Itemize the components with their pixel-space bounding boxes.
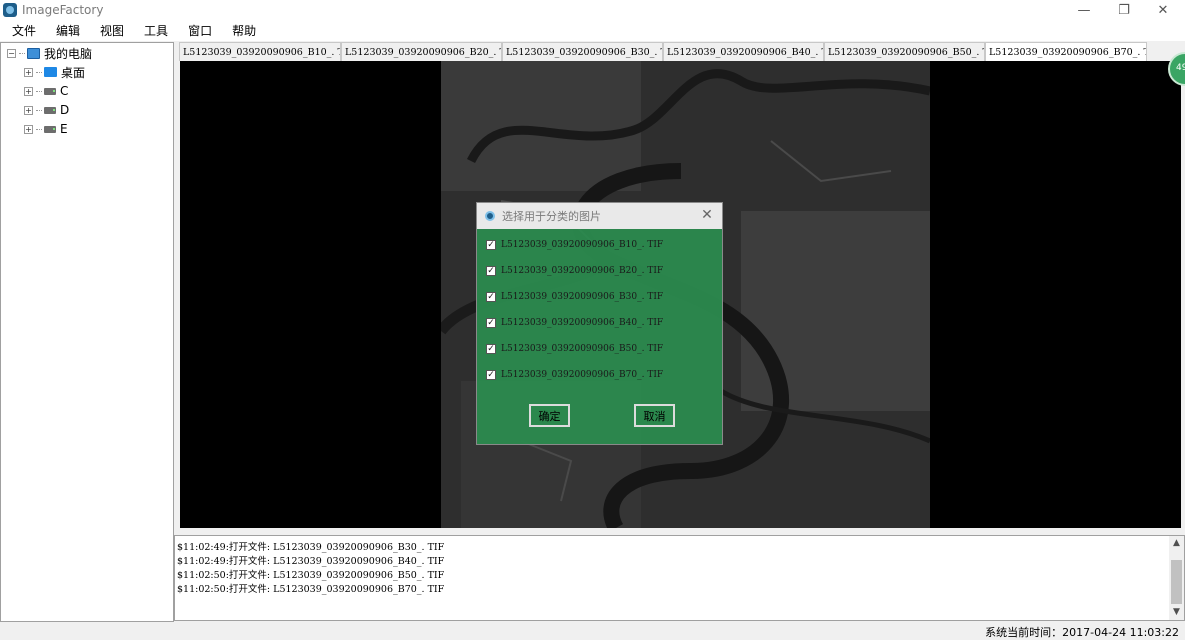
tab-b40[interactable]: L5123039_03920090906_B40_. TIF: [663, 42, 824, 61]
image-checkbox-row[interactable]: ✓ L5123039_03920090906_B40_. TIF: [486, 318, 663, 328]
cancel-button[interactable]: 取消: [634, 404, 675, 427]
scroll-up-icon[interactable]: ▲: [1169, 536, 1184, 551]
menu-edit[interactable]: 编辑: [48, 22, 88, 39]
checkbox-label: L5123039_03920090906_B70_. TIF: [501, 370, 664, 380]
tab-b50[interactable]: L5123039_03920090906_B50_. TIF: [824, 42, 985, 61]
dialog-title-bar[interactable]: 选择用于分类的图片 ✕: [477, 203, 722, 229]
checkbox[interactable]: ✓: [486, 292, 496, 302]
image-checkbox-row[interactable]: ✓ L5123039_03920090906_B50_. TIF: [486, 344, 663, 354]
menu-tools[interactable]: 工具: [136, 22, 176, 39]
window-title: ImageFactory: [22, 3, 104, 17]
image-checkbox-row[interactable]: ✓ L5123039_03920090906_B30_. TIF: [486, 292, 663, 302]
tree-label: D: [60, 103, 70, 117]
close-icon[interactable]: ✕: [1143, 0, 1183, 20]
menu-help[interactable]: 帮助: [224, 22, 264, 39]
tree-label: 桌面: [61, 65, 86, 80]
drive-icon: [44, 87, 56, 95]
log-line: $11:02:50:打开文件: L5123039_03920090906_B70…: [177, 584, 445, 595]
tab-b20[interactable]: L5123039_03920090906_B20_. TIF: [341, 42, 502, 61]
menu-file[interactable]: 文件: [4, 22, 44, 39]
tree-item-drive-c[interactable]: + C: [24, 82, 68, 100]
checkbox-label: L5123039_03920090906_B10_. TIF: [501, 240, 664, 250]
log-panel: $11:02:49:打开文件: L5123039_03920090906_B30…: [174, 535, 1185, 621]
checkbox[interactable]: ✓: [486, 344, 496, 354]
app-icon: [485, 211, 495, 221]
tab-b70[interactable]: L5123039_03920090906_B70_. TIF: [985, 42, 1147, 61]
tree-connector: [36, 109, 42, 111]
app-icon: [3, 3, 17, 17]
tab-b10[interactable]: L5123039_03920090906_B10_. TIF: [179, 42, 341, 61]
checkbox-label: L5123039_03920090906_B30_. TIF: [501, 292, 664, 302]
checkbox[interactable]: ✓: [486, 370, 496, 380]
tree-connector: [36, 128, 42, 130]
system-time: 系统当前时间：2017-04-24 11:03:22: [985, 626, 1179, 639]
tree-connector: [36, 90, 42, 92]
tree-connector: [36, 71, 42, 73]
tree-connector: [19, 52, 25, 54]
tree-item-desktop[interactable]: + 桌面: [24, 63, 85, 81]
checkbox-label: L5123039_03920090906_B50_. TIF: [501, 344, 664, 354]
menu-window[interactable]: 窗口: [180, 22, 220, 39]
log-line: $11:02:50:打开文件: L5123039_03920090906_B50…: [177, 570, 445, 581]
file-tree-panel: − 我的电脑 + 桌面 + C + D + E: [0, 42, 174, 622]
tree-label: 我的电脑: [44, 46, 93, 61]
menu-view[interactable]: 视图: [92, 22, 132, 39]
title-bar: ImageFactory — ❐ ✕: [0, 0, 1185, 20]
checkbox[interactable]: ✓: [486, 266, 496, 276]
image-checkbox-row[interactable]: ✓ L5123039_03920090906_B10_. TIF: [486, 240, 663, 250]
checkbox[interactable]: ✓: [486, 318, 496, 328]
expand-icon[interactable]: +: [24, 124, 33, 134]
tree-item-my-computer[interactable]: − 我的电脑: [7, 44, 92, 62]
collapse-icon[interactable]: −: [7, 48, 16, 58]
drive-icon: [44, 125, 56, 133]
select-images-dialog: 选择用于分类的图片 ✕ ✓ L5123039_03920090906_B10_.…: [476, 202, 723, 445]
log-line: $11:02:49:打开文件: L5123039_03920090906_B30…: [177, 542, 445, 553]
close-icon[interactable]: ✕: [698, 206, 716, 224]
dialog-title: 选择用于分类的图片: [502, 210, 601, 223]
minimize-icon[interactable]: —: [1064, 0, 1104, 20]
tree-item-drive-e[interactable]: + E: [24, 120, 68, 138]
checkbox[interactable]: ✓: [486, 240, 496, 250]
tab-b30[interactable]: L5123039_03920090906_B30_. TIF: [502, 42, 663, 61]
scroll-thumb[interactable]: [1171, 560, 1182, 604]
tree-item-drive-d[interactable]: + D: [24, 101, 69, 119]
restore-icon[interactable]: ❐: [1104, 0, 1144, 20]
image-checkbox-row[interactable]: ✓ L5123039_03920090906_B70_. TIF: [486, 370, 663, 380]
expand-icon[interactable]: +: [24, 67, 33, 77]
expand-icon[interactable]: +: [24, 105, 33, 115]
image-checkbox-row[interactable]: ✓ L5123039_03920090906_B20_. TIF: [486, 266, 663, 276]
desktop-icon: [44, 67, 57, 77]
checkbox-label: L5123039_03920090906_B40_. TIF: [501, 318, 664, 328]
log-line: $11:02:49:打开文件: L5123039_03920090906_B40…: [177, 556, 445, 567]
ok-button[interactable]: 确定: [529, 404, 570, 427]
image-tabs: L5123039_03920090906_B10_. TIF L5123039_…: [179, 42, 1167, 61]
log-scrollbar[interactable]: ▲ ▼: [1169, 536, 1184, 620]
computer-icon: [27, 47, 40, 59]
checkbox-label: L5123039_03920090906_B20_. TIF: [501, 266, 664, 276]
menu-bar: 文件 编辑 视图 工具 窗口 帮助: [0, 20, 1185, 41]
scroll-down-icon[interactable]: ▼: [1169, 605, 1184, 620]
tree-label: C: [60, 84, 69, 98]
expand-icon[interactable]: +: [24, 86, 33, 96]
tree-label: E: [60, 122, 68, 136]
status-bar: 系统当前时间：2017-04-24 11:03:22: [0, 622, 1185, 640]
drive-icon: [44, 106, 56, 114]
